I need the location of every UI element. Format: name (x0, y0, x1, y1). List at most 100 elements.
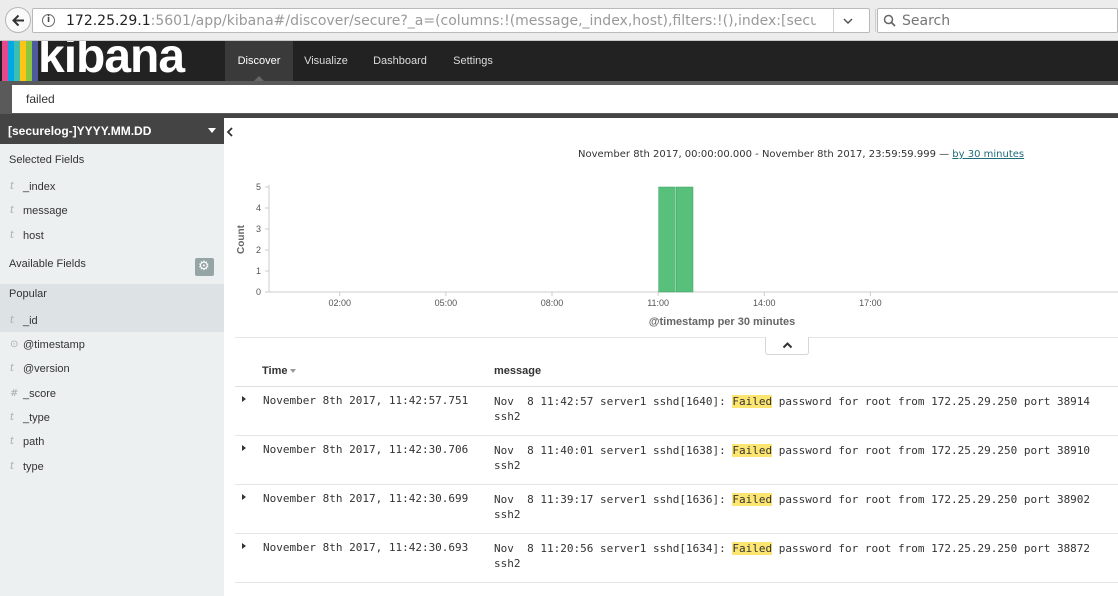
field-name: _id (23, 315, 38, 327)
x-tick-label: 05:00 (435, 298, 458, 308)
y-tick-label: 4 (256, 203, 261, 213)
x-tick-label: 08:00 (541, 298, 564, 308)
message-text: Nov 8 11:39:17 server1 sshd[1636]: (494, 493, 733, 506)
browser-search-input[interactable] (900, 11, 1110, 30)
field-name: @version (23, 363, 70, 375)
url-path: :5601/app/kibana#/discover/secure?_a=(co… (150, 13, 816, 29)
table-row[interactable]: November 8th 2017, 11:42:30.693 Nov 8 11:… (235, 534, 1118, 583)
y-axis-title: Count (236, 224, 247, 254)
search-highlight: Failed (732, 395, 773, 408)
y-tick-label: 0 (256, 287, 261, 297)
message-text: Nov 8 11:40:01 server1 sshd[1638]: (494, 444, 733, 457)
search-highlight: Failed (732, 542, 773, 555)
string-type-icon: t (10, 436, 15, 447)
kibana-logo[interactable]: kibana (0, 41, 215, 81)
divider (235, 337, 1118, 338)
popular-title: Popular (9, 288, 47, 300)
x-tick-label: 11:00 (647, 298, 669, 308)
string-type-icon: t (10, 181, 15, 192)
url-dropdown-button[interactable] (833, 9, 863, 32)
available-fields-title: Available Fields (9, 258, 86, 270)
y-tick-label: 1 (256, 266, 261, 276)
histogram-bar (658, 186, 676, 293)
collapse-sidebar-button[interactable] (224, 125, 235, 139)
table-row[interactable]: November 8th 2017, 11:42:30.706 Nov 8 11:… (235, 436, 1118, 485)
x-axis-title: @timestamp per 30 minutes (649, 316, 795, 328)
field-name: host (23, 230, 44, 242)
field-item[interactable]: t type (0, 455, 224, 479)
interval-link[interactable]: by 30 minutes (952, 149, 1024, 160)
message-cell: Nov 8 11:40:01 server1 sshd[1638]: Faile… (494, 443, 1104, 473)
time-cell: November 8th 2017, 11:42:30.706 (263, 443, 469, 456)
time-range-header: November 8th 2017, 00:00:00.000 - Novemb… (578, 149, 1024, 160)
tab-settings[interactable]: Settings (441, 41, 505, 81)
message-cell: Nov 8 11:20:56 server1 sshd[1634]: Faile… (494, 541, 1104, 571)
browser-search-box[interactable] (877, 8, 1118, 33)
time-cell: November 8th 2017, 11:42:30.693 (263, 541, 469, 554)
back-button[interactable] (5, 7, 31, 33)
expand-row-icon[interactable] (242, 396, 246, 402)
tab-visualize[interactable]: Visualize (293, 41, 359, 81)
message-column-header[interactable]: message (494, 365, 541, 377)
message-text: Nov 8 11:20:56 server1 sshd[1634]: (494, 542, 733, 555)
y-tick-label: 5 (256, 182, 261, 192)
kibana-navbar: kibana Discover Visualize Dashboard Sett… (0, 41, 1118, 81)
clock-icon: ⊙ (10, 339, 19, 350)
x-tick-label: 02:00 (328, 298, 351, 308)
field-item[interactable]: # _score (0, 382, 224, 406)
x-tick-label: 14:00 (753, 298, 776, 308)
info-icon[interactable]: i (42, 14, 55, 27)
time-cell: November 8th 2017, 11:42:57.751 (263, 394, 469, 407)
expand-row-icon[interactable] (242, 494, 246, 500)
table-row[interactable]: November 8th 2017, 11:42:57.751 Nov 8 11:… (235, 387, 1118, 436)
field-item[interactable]: t path (0, 430, 224, 454)
histogram-bar (676, 186, 694, 293)
field-name: message (23, 205, 68, 217)
expand-row-icon[interactable] (242, 445, 246, 451)
chevron-left-icon (226, 127, 233, 137)
field-item[interactable]: t _index (0, 175, 224, 199)
caret-down-icon (208, 128, 216, 133)
address-bar[interactable]: i 172.25.29.1:5601/app/kibana#/discover/… (32, 8, 896, 33)
y-tick-label: 3 (256, 224, 261, 234)
field-sidebar: [securelog-]YYYY.MM.DD Selected Fields t… (0, 118, 235, 596)
time-range-text: November 8th 2017, 00:00:00.000 - Novemb… (578, 149, 953, 160)
url-text[interactable]: 172.25.29.1:5601/app/kibana#/discover/se… (66, 13, 816, 29)
discover-main: November 8th 2017, 00:00:00.000 - Novemb… (235, 118, 1118, 594)
time-cell: November 8th 2017, 11:42:30.699 (263, 492, 469, 505)
string-type-icon: t (10, 315, 15, 326)
index-pattern-selector[interactable]: [securelog-]YYYY.MM.DD (0, 118, 224, 144)
tab-dashboard[interactable]: Dashboard (359, 41, 441, 81)
field-item[interactable]: t _type (0, 406, 224, 430)
field-item[interactable]: t @version (0, 357, 224, 381)
collapse-chart-button[interactable] (765, 337, 809, 355)
number-type-icon: # (10, 388, 19, 399)
browser-toolbar: i 172.25.29.1:5601/app/kibana#/discover/… (0, 0, 1118, 41)
string-type-icon: t (10, 205, 15, 216)
tab-discover[interactable]: Discover (225, 41, 293, 81)
string-type-icon: t (10, 363, 15, 374)
query-input[interactable] (12, 85, 1118, 113)
field-name: path (23, 436, 45, 448)
field-item[interactable]: t host (0, 224, 224, 248)
field-item[interactable]: ⊙ @timestamp (0, 333, 224, 357)
chevron-down-icon (843, 18, 853, 24)
message-cell: Nov 8 11:42:57 server1 sshd[1640]: Faile… (494, 394, 1104, 424)
field-name: @timestamp (23, 339, 85, 351)
time-column-header[interactable]: Time (262, 365, 297, 377)
gear-icon: ⚙ (198, 259, 210, 274)
search-highlight: Failed (732, 444, 773, 457)
chevron-up-icon (782, 342, 793, 349)
sort-desc-icon[interactable] (290, 369, 297, 374)
time-column-label: Time (262, 365, 288, 377)
expand-row-icon[interactable] (242, 543, 246, 549)
field-settings-button[interactable]: ⚙ (195, 258, 214, 276)
table-row[interactable]: November 8th 2017, 11:42:30.699 Nov 8 11:… (235, 485, 1118, 534)
field-name: type (23, 461, 44, 473)
table-header: Time message (235, 365, 1118, 387)
field-item[interactable]: t message (0, 199, 224, 223)
field-item[interactable]: t _id (0, 309, 224, 333)
field-name: _score (23, 388, 57, 400)
histogram-chart: 0 1 2 3 4 5 02:00 05:00 08:00 11:00 14:00 17:00 Coun… (236, 182, 1118, 328)
y-tick-label: 2 (256, 245, 261, 255)
